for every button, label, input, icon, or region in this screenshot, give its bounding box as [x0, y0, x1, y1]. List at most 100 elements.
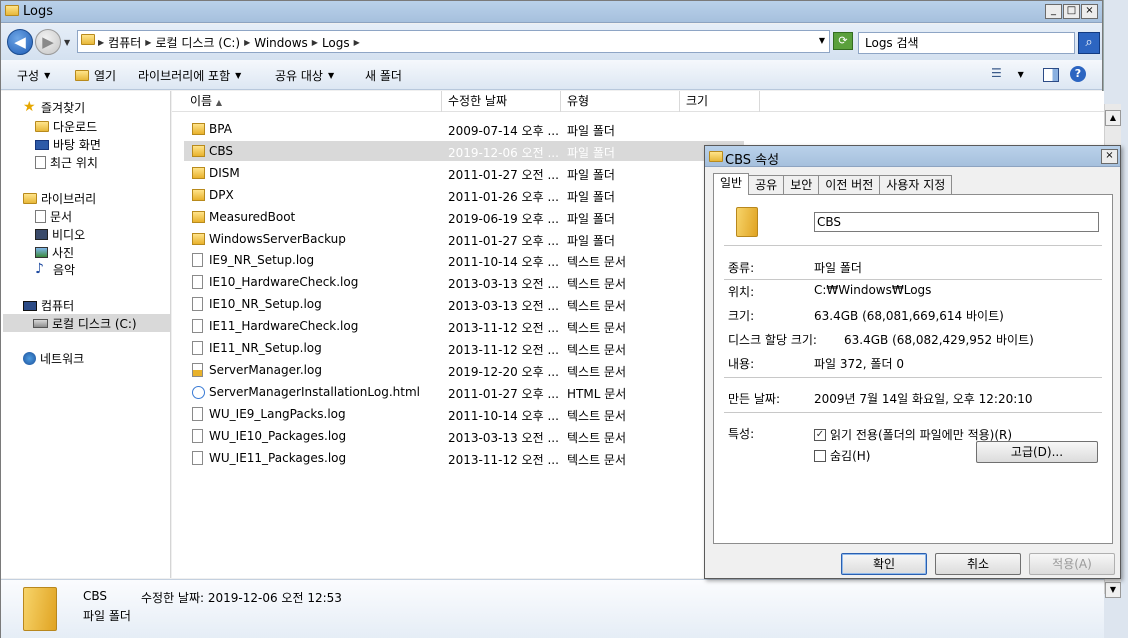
scroll-up-icon[interactable]: ▲: [1105, 110, 1121, 126]
share-button[interactable]: 공유 대상 ▼: [275, 67, 334, 84]
table-row[interactable]: ServerManager.log 2019-12-20 오후 ... 텍스트 문서: [184, 360, 744, 380]
table-row[interactable]: IE10_NR_Setup.log 2013-03-13 오전 ... 텍스트 문서: [184, 294, 744, 314]
file-date: 2011-10-14 오후 ...: [448, 408, 559, 423]
advanced-button[interactable]: 고급(D)...: [976, 441, 1098, 463]
chevron-right-icon[interactable]: ▶: [145, 38, 151, 47]
chevron-right-icon[interactable]: ▶: [98, 38, 104, 47]
dialog-title-bar[interactable]: CBS 속성 ×: [705, 146, 1120, 168]
table-row[interactable]: BPA 2009-07-14 오후 ... 파일 폴더: [184, 119, 744, 139]
new-folder-button[interactable]: 새 폴더: [365, 67, 402, 84]
table-row[interactable]: WU_IE9_LangPacks.log 2011-10-14 오후 ... 텍스트…: [184, 404, 744, 424]
breadcrumb-logs[interactable]: Logs: [322, 36, 350, 50]
desktop-icon: [35, 139, 49, 150]
folder-name-field[interactable]: [814, 212, 1099, 232]
include-library-button[interactable]: 라이브러리에 포함 ▼: [138, 67, 241, 84]
table-row[interactable]: MeasuredBoot 2019-06-19 오후 ... 파일 폴더: [184, 207, 744, 227]
preview-pane-button[interactable]: [1043, 68, 1059, 82]
table-row[interactable]: IE9_NR_Setup.log 2011-10-14 오후 ... 텍스트 문서: [184, 250, 744, 270]
view-options-button[interactable]: ☰ ▼: [991, 66, 1024, 80]
chevron-right-icon[interactable]: ▶: [354, 38, 360, 47]
refresh-button[interactable]: ⟳: [833, 32, 853, 50]
chevron-right-icon[interactable]: ▶: [312, 38, 318, 47]
column-type[interactable]: 유형: [561, 91, 680, 112]
file-date: 2019-12-06 오전 ...: [448, 145, 559, 160]
table-row[interactable]: WU_IE11_Packages.log 2013-11-12 오전 ... 텍스트…: [184, 448, 744, 468]
breadcrumb-windows[interactable]: Windows: [254, 36, 308, 50]
organize-button[interactable]: 구성 ▼: [17, 67, 50, 84]
nav-local-disk[interactable]: 로컬 디스크 (C:): [3, 314, 170, 332]
minimize-button[interactable]: _: [1045, 4, 1062, 19]
picture-icon: [35, 247, 48, 258]
title-bar[interactable]: Logs _ □ ×: [1, 1, 1102, 23]
table-row[interactable]: IE10_HardwareCheck.log 2013-03-13 오전 ... 텍…: [184, 272, 744, 292]
cancel-button[interactable]: 취소: [935, 553, 1021, 575]
search-input[interactable]: [861, 34, 1051, 52]
file-name: WU_IE10_Packages.log: [209, 428, 347, 443]
type-value: 파일 폴더: [814, 261, 862, 275]
tab-previous-versions[interactable]: 이전 버전: [818, 175, 881, 195]
forward-button[interactable]: ▶: [35, 29, 61, 55]
nav-label: 사진: [52, 246, 75, 260]
dialog-close-button[interactable]: ×: [1101, 149, 1118, 164]
nav-downloads[interactable]: 다운로드: [35, 118, 97, 135]
table-row[interactable]: IE11_NR_Setup.log 2013-11-12 오전 ... 텍스트 문서: [184, 338, 744, 358]
chevron-down-icon: ▼: [327, 71, 335, 80]
column-name[interactable]: 이름 ▲: [184, 91, 442, 112]
ok-button[interactable]: 확인: [841, 553, 927, 575]
file-type: 파일 폴더: [567, 211, 615, 226]
nav-computer[interactable]: 컴퓨터: [23, 297, 74, 314]
tab-customize[interactable]: 사용자 지정: [879, 175, 953, 195]
nav-label: 문서: [50, 210, 73, 224]
nav-network[interactable]: 네트워크: [23, 350, 84, 367]
nav-pictures[interactable]: 사진: [35, 244, 74, 261]
breadcrumb-local-disk[interactable]: 로컬 디스크 (C:): [155, 34, 240, 51]
chevron-down-icon: ▼: [44, 71, 51, 80]
folder-large-icon: [736, 207, 758, 237]
location-value: C:₩Windows₩Logs: [814, 283, 932, 297]
address-dropdown-icon[interactable]: ▼: [819, 36, 825, 45]
folder-icon: [709, 151, 723, 162]
hidden-checkbox[interactable]: 숨김(H): [814, 447, 870, 464]
open-button[interactable]: 열기: [75, 67, 116, 84]
column-size[interactable]: 크기: [680, 91, 760, 112]
file-name: IE10_HardwareCheck.log: [209, 275, 359, 290]
address-bar[interactable]: ▶ 컴퓨터 ▶ 로컬 디스크 (C:) ▶ Windows ▶ Logs ▶ ▼: [77, 30, 830, 53]
search-button[interactable]: ⌕: [1078, 32, 1100, 54]
close-button[interactable]: ×: [1081, 4, 1098, 19]
folder-icon: [81, 34, 95, 45]
apply-button[interactable]: 적용(A): [1029, 553, 1115, 575]
table-row[interactable]: DPX 2011-01-26 오후 ... 파일 폴더: [184, 185, 744, 205]
recent-pages-dropdown[interactable]: ▼: [64, 38, 70, 47]
text-file-icon: [192, 428, 203, 443]
table-row[interactable]: DISM 2011-01-27 오전 ... 파일 폴더: [184, 163, 744, 183]
scroll-down-icon[interactable]: ▼: [1105, 582, 1121, 598]
table-row[interactable]: IE11_HardwareCheck.log 2013-11-12 오전 ... 텍…: [184, 316, 744, 336]
maximize-button[interactable]: □: [1063, 4, 1080, 19]
nav-libraries[interactable]: 라이브러리: [23, 190, 96, 207]
table-row[interactable]: ServerManagerInstallationLog.html 2011-01…: [184, 382, 744, 402]
column-modified[interactable]: 수정한 날짜: [442, 91, 561, 112]
search-icon: ⌕: [1085, 35, 1093, 50]
nav-desktop[interactable]: 바탕 화면: [35, 136, 101, 153]
tab-general[interactable]: 일반: [713, 173, 750, 195]
nav-music[interactable]: ♪ 음악: [35, 261, 75, 278]
nav-videos[interactable]: 비디오: [35, 226, 85, 243]
nav-recent[interactable]: 최근 위치: [35, 154, 98, 171]
breadcrumb-computer[interactable]: 컴퓨터: [108, 34, 141, 51]
table-row[interactable]: WindowsServerBackup 2011-01-27 오후 ... 파일 폴…: [184, 229, 744, 249]
hidden-label: 숨김(H): [830, 449, 871, 463]
table-row[interactable]: CBS 2019-12-06 오전 ... 파일 폴더: [184, 140, 744, 161]
refresh-icon: ⟳: [838, 34, 848, 47]
file-date: 2013-03-13 오전 ...: [448, 430, 559, 445]
html-file-icon: [192, 385, 205, 399]
chevron-right-icon[interactable]: ▶: [244, 38, 250, 47]
help-icon[interactable]: ?: [1070, 66, 1086, 82]
tab-sharing[interactable]: 공유: [748, 175, 785, 195]
table-row[interactable]: WU_IE10_Packages.log 2013-03-13 오전 ... 텍스트…: [184, 426, 744, 446]
file-date: 2011-01-27 오후 ...: [448, 233, 559, 248]
nav-favorites[interactable]: ★ 즐겨찾기: [23, 99, 85, 116]
file-type: 텍스트 문서: [567, 364, 627, 379]
back-button[interactable]: ◀: [7, 29, 33, 55]
tab-security[interactable]: 보안: [783, 175, 820, 195]
nav-documents[interactable]: 문서: [35, 208, 72, 225]
